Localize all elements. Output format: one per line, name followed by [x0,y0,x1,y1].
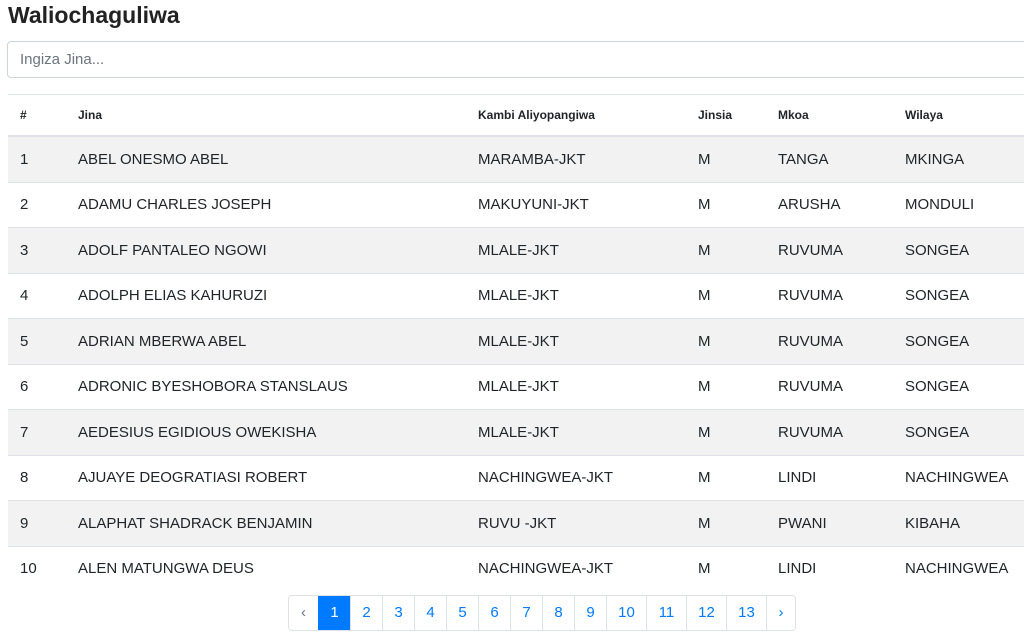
row-gender: M [686,135,766,182]
pagination-page-12[interactable]: 12 [686,596,726,630]
search-input[interactable] [7,41,1024,78]
table-header: # Jina Kambi Aliyopangiwa Jinsia Mkoa Wi… [8,94,1024,137]
row-name: ADOLPH ELIAS KAHURUZI [66,272,466,319]
pagination-page-8[interactable]: 8 [542,596,574,630]
row-number: 8 [8,454,66,501]
row-camp: MLALE-JKT [466,227,686,273]
pagination-page-3[interactable]: 3 [382,596,414,630]
row-district: NACHINGWEA [893,545,1024,591]
row-region: ARUSHA [766,181,893,228]
row-number: 9 [8,500,66,546]
row-region: TANGA [766,135,893,182]
row-district: KIBAHA [893,500,1024,546]
pagination-page-11[interactable]: 11 [646,596,686,630]
pagination-page-2[interactable]: 2 [350,596,382,630]
row-number: 4 [8,272,66,319]
row-name: AJUAYE DEOGRATIASI ROBERT [66,454,466,501]
row-district: SONGEA [893,227,1024,273]
table-row: 6 ADRONIC BYESHOBORA STANSLAUS MLALE-JKT M R… [8,363,1024,410]
row-number: 2 [8,181,66,228]
header-row: # Jina Kambi Aliyopangiwa Jinsia Mkoa Wi… [8,94,1024,137]
row-region: LINDI [766,545,893,591]
row-number: 3 [8,227,66,273]
header-number[interactable]: # [8,94,66,137]
row-name: AEDESIUS EGIDIOUS OWEKISHA [66,409,466,455]
row-district: SONGEA [893,272,1024,319]
row-region: RUVUMA [766,318,893,364]
pagination-next-button[interactable]: › [766,596,795,630]
results-table: # Jina Kambi Aliyopangiwa Jinsia Mkoa Wi… [8,94,1024,591]
table-row: 2 ADAMU CHARLES JOSEPH MAKUYUNI-JKT M ARUSHA… [8,181,1024,228]
page-title: Waliochaguliwa [8,2,180,28]
row-region: RUVUMA [766,363,893,410]
pagination-prev-button[interactable]: ‹ [289,596,318,630]
table-row: 8 AJUAYE DEOGRATIASI ROBERT NACHINGWEA-JKT… [8,454,1024,501]
pagination-page-6[interactable]: 6 [478,596,510,630]
row-camp: NACHINGWEA-JKT [466,454,686,501]
row-number: 5 [8,318,66,364]
row-number: 7 [8,409,66,455]
pagination-page-9[interactable]: 9 [574,596,606,630]
row-gender: M [686,454,766,501]
row-region: PWANI [766,500,893,546]
row-camp: MARAMBA-JKT [466,135,686,182]
row-number: 6 [8,363,66,410]
row-region: RUVUMA [766,409,893,455]
row-gender: M [686,363,766,410]
row-gender: M [686,545,766,591]
row-gender: M [686,318,766,364]
header-name[interactable]: Jina [66,94,466,137]
row-name: ABEL ONESMO ABEL [66,135,466,182]
row-gender: M [686,500,766,546]
row-name: ADOLF PANTALEO NGOWI [66,227,466,273]
row-name: ADRONIC BYESHOBORA STANSLAUS [66,363,466,410]
row-camp: RUVU -JKT [466,500,686,546]
table-row: 10 ALEN MATUNGWA DEUS NACHINGWEA-JKT M LINDI… [8,545,1024,591]
pagination-page-1[interactable]: 1 [318,596,350,630]
row-number: 1 [8,135,66,182]
row-region: RUVUMA [766,272,893,319]
header-gender[interactable]: Jinsia [686,94,766,137]
row-name: ADAMU CHARLES JOSEPH [66,181,466,228]
pagination: ‹ 1 2 3 4 5 6 7 8 9 10 11 12 13 › [288,595,796,631]
header-camp[interactable]: Kambi Aliyopangiwa [466,94,686,137]
row-district: SONGEA [893,318,1024,364]
pagination-page-10[interactable]: 10 [606,596,646,630]
row-camp: MAKUYUNI-JKT [466,181,686,228]
pagination-page-13[interactable]: 13 [726,596,766,630]
table-row: 9 ALAPHAT SHADRACK BENJAMIN RUVU -JKT M PWAN… [8,500,1024,546]
table-row: 3 ADOLF PANTALEO NGOWI MLALE-JKT M RUVUMA SON… [8,227,1024,273]
row-name: ALEN MATUNGWA DEUS [66,545,466,591]
row-number: 10 [8,545,66,591]
row-camp: MLALE-JKT [466,272,686,319]
row-camp: MLALE-JKT [466,409,686,455]
row-district: NACHINGWEA [893,454,1024,501]
table-row: 1 ABEL ONESMO ABEL MARAMBA-JKT M TANGA MKINGA [8,135,1024,182]
row-district: MKINGA [893,135,1024,182]
header-region[interactable]: Mkoa [766,94,893,137]
row-camp: MLALE-JKT [466,363,686,410]
row-camp: MLALE-JKT [466,318,686,364]
pagination-page-4[interactable]: 4 [414,596,446,630]
pagination-page-7[interactable]: 7 [510,596,542,630]
row-district: MONDULI [893,181,1024,228]
row-gender: M [686,181,766,228]
row-name: ADRIAN MBERWA ABEL [66,318,466,364]
row-region: RUVUMA [766,227,893,273]
table-row: 5 ADRIAN MBERWA ABEL MLALE-JKT M RUVUMA SONGE… [8,318,1024,364]
table-row: 7 AEDESIUS EGIDIOUS OWEKISHA MLALE-JKT M RUV… [8,409,1024,455]
row-district: SONGEA [893,409,1024,455]
header-district[interactable]: Wilaya [893,94,1024,137]
row-region: LINDI [766,454,893,501]
row-name: ALAPHAT SHADRACK BENJAMIN [66,500,466,546]
table-body: 1 ABEL ONESMO ABEL MARAMBA-JKT M TANGA MKINGA… [8,135,1024,591]
row-gender: M [686,272,766,319]
row-gender: M [686,227,766,273]
row-district: SONGEA [893,363,1024,410]
pagination-page-5[interactable]: 5 [446,596,478,630]
row-camp: NACHINGWEA-JKT [466,545,686,591]
row-gender: M [686,409,766,455]
table-row: 4 ADOLPH ELIAS KAHURUZI MLALE-JKT M RUVUMA SO… [8,272,1024,319]
